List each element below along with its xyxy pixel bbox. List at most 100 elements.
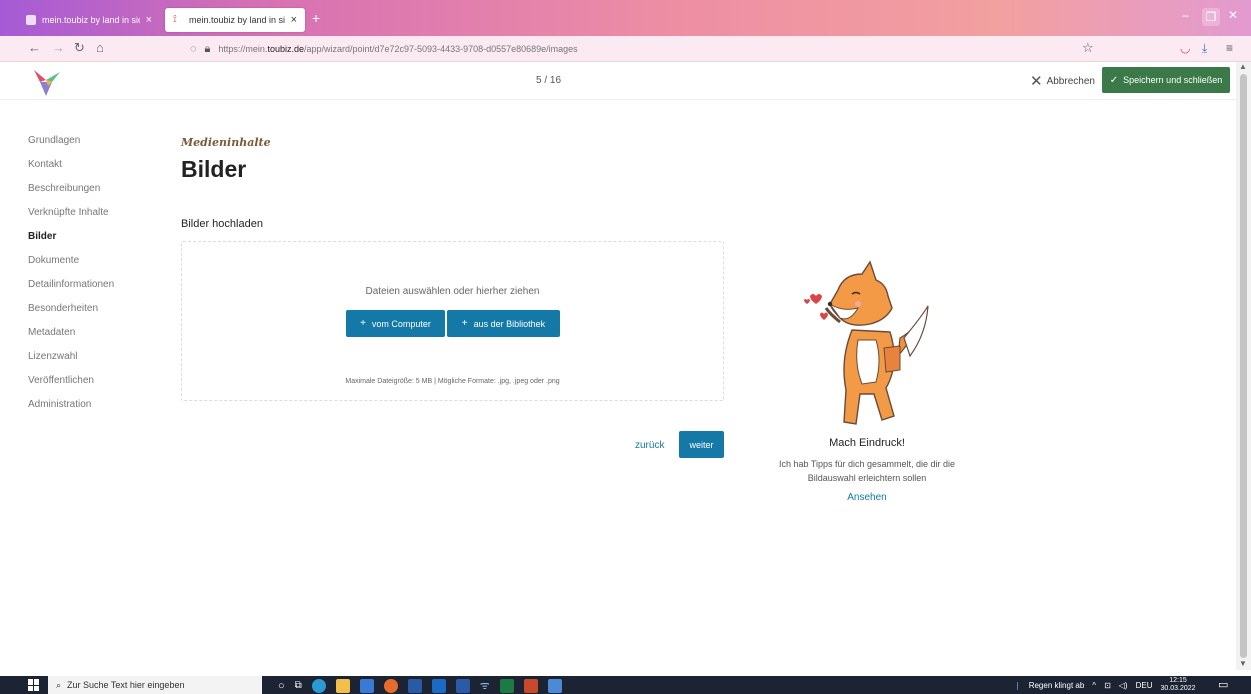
- word-icon[interactable]: [455, 678, 470, 693]
- check-icon: ✓: [1109, 74, 1119, 86]
- firefox-icon[interactable]: [383, 678, 398, 693]
- windows-taskbar: ⌕ Zur Suche Text hier eingeben ○ ⧉ ᯤ ❘ R…: [0, 676, 1251, 694]
- sidebar-item-administration[interactable]: Administration: [28, 398, 168, 422]
- sidebar-item-bilder[interactable]: Bilder: [28, 230, 168, 254]
- cancel-label: Abbrechen: [1046, 75, 1095, 87]
- window-close-icon[interactable]: ✕: [1228, 8, 1238, 22]
- tab-title: mein.toubiz by land in sicht: [189, 15, 285, 25]
- upload-from-computer-label: vom Computer: [371, 318, 431, 329]
- notification-icon[interactable]: ▭: [1218, 678, 1228, 691]
- page-scrollbar[interactable]: ▲ ▼: [1236, 62, 1251, 670]
- section-kicker: Medieninhalte: [181, 136, 271, 149]
- cancel-button[interactable]: ✕ Abbrechen: [1030, 72, 1095, 90]
- browser-tab[interactable]: mein.toubiz by land in sicht ×: [18, 8, 160, 32]
- url-text: https://mein.toubiz.de/app/wizard/point/…: [218, 44, 578, 54]
- windows-start-icon[interactable]: [28, 679, 40, 691]
- back-link[interactable]: zurück: [635, 440, 664, 451]
- reload-icon[interactable]: ↻: [74, 40, 85, 56]
- powerpoint-icon[interactable]: [523, 678, 538, 693]
- tab-close-icon[interactable]: ×: [285, 14, 297, 26]
- app-header: 5 / 16 ✕ Abbrechen ✓ Speichern und schli…: [0, 62, 1236, 100]
- tab-close-icon[interactable]: ×: [140, 14, 152, 26]
- browser-tab-strip: mein.toubiz by land in sicht × ⟟ mein.to…: [0, 0, 1251, 36]
- file-limits-note: Maximale Dateigröße: 5 MB | Mögliche For…: [345, 378, 560, 385]
- plus-icon: +: [461, 318, 468, 329]
- page-title: Bilder: [181, 156, 247, 182]
- lock-icon: 🔒︎: [204, 42, 211, 55]
- upload-from-library-button[interactable]: + aus der Bibliothek: [447, 310, 560, 337]
- system-tray: ❘ Regen klingt ab ^ ⊡ ◁) DEU 12:15 30.03…: [1014, 676, 1196, 694]
- pocket-icon[interactable]: ◡: [1180, 41, 1190, 55]
- clock-date: 30.03.2022: [1160, 685, 1196, 692]
- sidebar-item-beschreibungen[interactable]: Beschreibungen: [28, 182, 168, 206]
- upload-button-row: + vom Computer + aus der Bibliothek: [346, 310, 560, 337]
- upload-from-library-label: aus der Bibliothek: [473, 318, 546, 329]
- hamburger-menu-icon[interactable]: ≡: [1226, 41, 1233, 55]
- plus-icon: +: [360, 318, 366, 329]
- sidebar-item-detailinformationen[interactable]: Detailinformationen: [28, 278, 168, 302]
- volume-icon[interactable]: ◁): [1119, 681, 1128, 690]
- hummingbird-logo-icon: [34, 70, 60, 96]
- tray-chevron-icon[interactable]: ^: [1092, 681, 1096, 690]
- file-explorer-icon[interactable]: [335, 678, 350, 693]
- browser-tab-active[interactable]: ⟟ mein.toubiz by land in sicht ×: [165, 8, 305, 32]
- sidebar-item-veroeffentlichen[interactable]: Veröffentlichen: [28, 374, 168, 398]
- clock-time: 12:15: [1169, 677, 1187, 684]
- save-label: Speichern und schließen: [1123, 75, 1223, 85]
- weather-text[interactable]: Regen klingt ab: [1029, 681, 1085, 690]
- language-indicator[interactable]: DEU: [1136, 681, 1153, 690]
- browser-nav-bar: ← → ↻ ⌂ ◌ 🔒︎ https://mein.toubiz.de/app/…: [0, 36, 1251, 62]
- dropzone-hint: Dateien auswählen oder hierher ziehen: [365, 286, 540, 297]
- mail-icon[interactable]: [359, 678, 374, 693]
- wizard-step-indicator: 5 / 16: [536, 75, 562, 86]
- upload-from-computer-button[interactable]: + vom Computer: [346, 310, 445, 337]
- photos-icon[interactable]: [547, 678, 562, 693]
- close-icon: ✕: [1030, 73, 1043, 90]
- save-and-close-button[interactable]: ✓ Speichern und schließen: [1102, 67, 1230, 93]
- edge-icon[interactable]: [311, 678, 326, 693]
- download-icon[interactable]: ⤓: [1202, 41, 1207, 56]
- next-button[interactable]: weiter: [679, 431, 724, 458]
- cortana-icon[interactable]: ○: [278, 680, 285, 692]
- sidebar-item-verknuepfte-inhalte[interactable]: Verknüpfte Inhalte: [28, 206, 168, 230]
- minimize-icon[interactable]: –: [1182, 8, 1189, 22]
- tips-title: Mach Eindruck!: [829, 437, 905, 449]
- sidebar-item-grundlagen[interactable]: Grundlagen: [28, 134, 168, 158]
- fox-mascot-illustration: [804, 260, 929, 425]
- scroll-down-icon[interactable]: ▼: [1239, 659, 1247, 668]
- sidebar-item-dokumente[interactable]: Dokumente: [28, 254, 168, 278]
- outlook-icon[interactable]: [431, 678, 446, 693]
- taskbar-search-placeholder: Zur Suche Text hier eingeben: [67, 680, 185, 690]
- system-clock[interactable]: 12:15 30.03.2022: [1160, 677, 1195, 693]
- sidebar-item-kontakt[interactable]: Kontakt: [28, 158, 168, 182]
- taskbar-apps: ○ ⧉ ᯤ: [278, 678, 562, 693]
- address-bar[interactable]: ◌ 🔒︎ https://mein.toubiz.de/app/wizard/p…: [190, 39, 1100, 59]
- new-tab-icon[interactable]: +: [312, 10, 320, 26]
- sidebar-item-metadaten[interactable]: Metadaten: [28, 326, 168, 350]
- tips-view-link[interactable]: Ansehen: [766, 492, 968, 503]
- tips-text: Ich hab Tipps für dich gesammelt, die di…: [778, 459, 956, 483]
- search-icon: ⌕: [56, 679, 62, 690]
- sidebar-item-lizenzwahl[interactable]: Lizenzwahl: [28, 350, 168, 374]
- home-icon[interactable]: ⌂: [96, 40, 104, 55]
- tab-title: mein.toubiz by land in sicht: [42, 15, 140, 25]
- bookmark-star-icon[interactable]: ☆: [1082, 40, 1094, 56]
- sidebar-item-besonderheiten[interactable]: Besonderheiten: [28, 302, 168, 326]
- image-dropzone[interactable]: Dateien auswählen oder hierher ziehen + …: [181, 241, 724, 401]
- task-view-icon[interactable]: ⧉: [295, 680, 302, 691]
- maximize-icon[interactable]: ❐: [1202, 8, 1220, 26]
- network-icon[interactable]: ⊡: [1104, 681, 1111, 690]
- upload-section-label: Bilder hochladen: [181, 218, 263, 230]
- scroll-thumb[interactable]: [1240, 74, 1247, 658]
- wifi-icon[interactable]: ᯤ: [480, 678, 490, 693]
- tab-favicon-icon: ⟟: [173, 14, 177, 25]
- forward-arrow-icon[interactable]: →: [52, 40, 65, 55]
- excel-icon[interactable]: [499, 678, 514, 693]
- tab-favicon-icon: [26, 15, 36, 25]
- wizard-sidebar: Grundlagen Kontakt Beschreibungen Verknü…: [28, 134, 168, 422]
- taskbar-search-input[interactable]: ⌕ Zur Suche Text hier eingeben: [48, 676, 262, 694]
- app-blue-icon[interactable]: [407, 678, 422, 693]
- back-arrow-icon[interactable]: ←: [28, 40, 41, 55]
- scroll-up-icon[interactable]: ▲: [1239, 62, 1247, 71]
- shield-icon: ◌: [190, 43, 197, 55]
